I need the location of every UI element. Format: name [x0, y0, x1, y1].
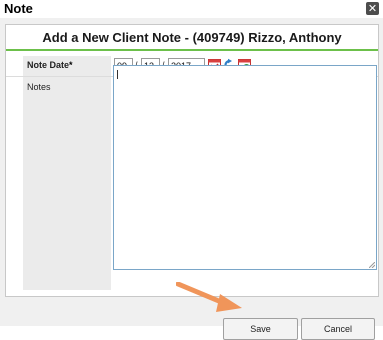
cancel-button[interactable]: Cancel	[301, 318, 375, 340]
form-header: Add a New Client Note - (409749) Rizzo, …	[6, 25, 378, 51]
note-date-label-text: Note Date	[27, 60, 70, 70]
form-heading: Add a New Client Note - (409749) Rizzo, …	[42, 30, 342, 45]
notes-label: Notes	[27, 82, 51, 92]
note-form-panel: Add a New Client Note - (409749) Rizzo, …	[5, 24, 379, 297]
annotation-arrow	[176, 282, 242, 312]
note-date-label: Note Date*	[27, 60, 73, 70]
text-cursor	[117, 70, 118, 79]
save-button[interactable]: Save	[223, 318, 298, 340]
window-title: Note	[4, 1, 33, 16]
close-icon[interactable]: ✕	[366, 2, 379, 15]
note-dialog: Add a New Client Note - (409749) Rizzo, …	[0, 18, 383, 340]
required-mark: *	[69, 60, 73, 70]
window-titlebar: Note ✕	[0, 0, 383, 18]
notes-textarea[interactable]	[113, 65, 377, 270]
resize-grip-icon[interactable]	[369, 262, 375, 268]
